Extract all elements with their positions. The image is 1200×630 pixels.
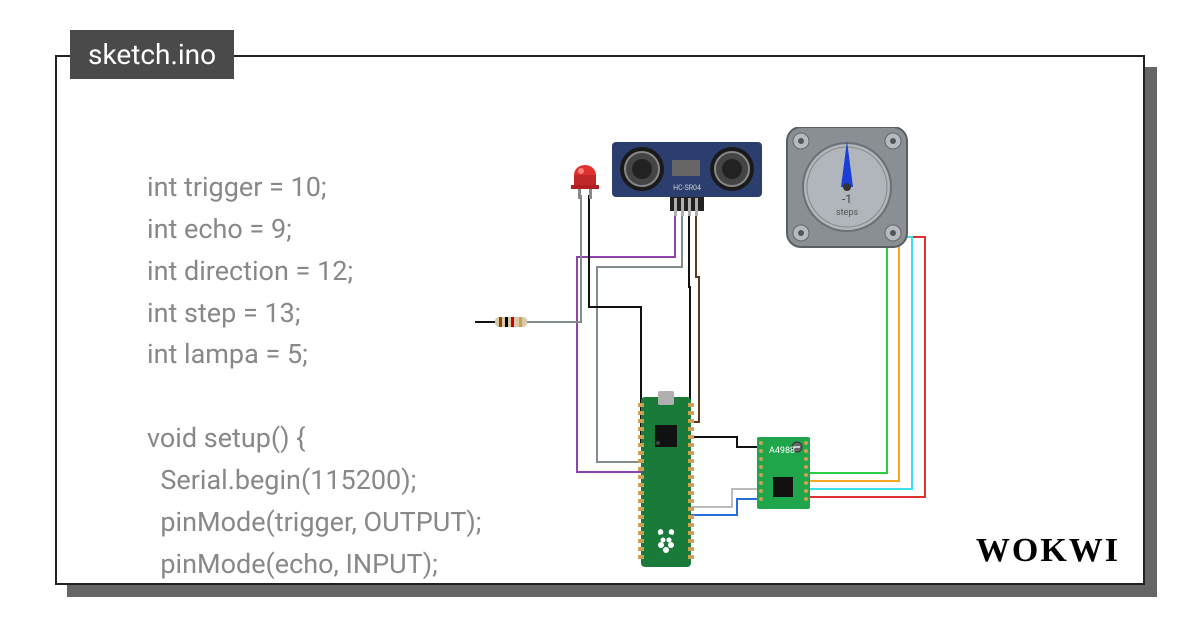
ultrasonic-label: HC-SR04 [673, 184, 701, 192]
main-card: int trigger = 10; int echo = 9; int dire… [55, 55, 1145, 585]
ultrasonic-sensor[interactable]: HC-SR04 [612, 142, 762, 216]
code-line: int step = 13; [147, 297, 301, 329]
pico-board[interactable] [638, 391, 694, 567]
code-line: void setup() { [147, 422, 305, 454]
led[interactable] [571, 165, 599, 199]
circuit-diagram[interactable]: HC-SR04 -1 steps [457, 127, 1107, 577]
file-tab[interactable]: sketch.ino [70, 30, 234, 79]
wokwi-logo: WOKWI [976, 532, 1120, 570]
code-line: Serial.begin(115200); [147, 464, 416, 496]
code-line: pinMode(echo, INPUT); [147, 548, 438, 580]
code-line: pinMode(trigger, OUTPUT); [147, 506, 481, 538]
stepper-unit: steps [836, 208, 858, 218]
stepper-driver[interactable]: A4988 [757, 437, 810, 509]
stepper-value: -1 [842, 192, 852, 206]
tab-filename: sketch.ino [88, 38, 216, 71]
driver-label: A4988 [769, 446, 795, 456]
stepper-motor[interactable]: -1 steps [787, 127, 907, 247]
code-line: int direction = 12; [147, 255, 353, 287]
code-line: int trigger = 10; [147, 171, 327, 203]
resistor[interactable] [495, 317, 527, 327]
code-line: int echo = 9; [147, 213, 292, 245]
code-line: int lampa = 5; [147, 338, 308, 370]
